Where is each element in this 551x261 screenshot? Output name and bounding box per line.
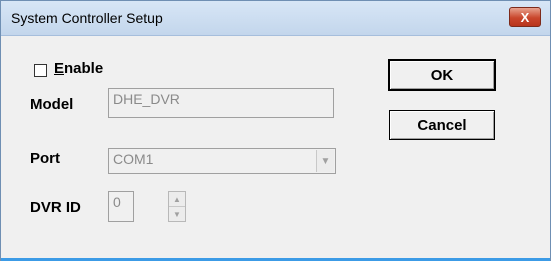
enable-label-rest: nable (64, 60, 104, 77)
dialog-body: Enable Model DHE_DVR Port COM1 ▼ DVR ID … (10, 36, 540, 251)
close-icon: X (520, 9, 530, 25)
model-label: Model (30, 96, 74, 113)
dvr-id-spinner[interactable]: ▲ ▼ (168, 191, 186, 222)
enable-checkbox[interactable] (34, 64, 47, 77)
enable-label[interactable]: Enable (54, 60, 103, 77)
close-button[interactable]: X (509, 7, 541, 27)
port-select[interactable]: COM1 ▼ (108, 148, 336, 174)
cancel-button[interactable]: Cancel (389, 110, 495, 140)
title-bar: System Controller Setup X (1, 1, 550, 36)
dvr-id-field[interactable]: 0 (108, 191, 134, 222)
model-field[interactable]: DHE_DVR (108, 88, 334, 118)
port-value: COM1 (113, 151, 154, 167)
window-title: System Controller Setup (11, 10, 163, 26)
chevron-down-icon[interactable]: ▼ (316, 150, 334, 172)
dvr-id-label: DVR ID (30, 199, 81, 216)
spin-up-icon[interactable]: ▲ (169, 192, 185, 207)
spin-down-icon[interactable]: ▼ (169, 207, 185, 221)
port-label: Port (30, 150, 60, 167)
enable-label-mnemonic: E (54, 60, 65, 77)
dialog-window: System Controller Setup X Enable Model D… (0, 0, 551, 261)
ok-button[interactable]: OK (388, 59, 496, 91)
